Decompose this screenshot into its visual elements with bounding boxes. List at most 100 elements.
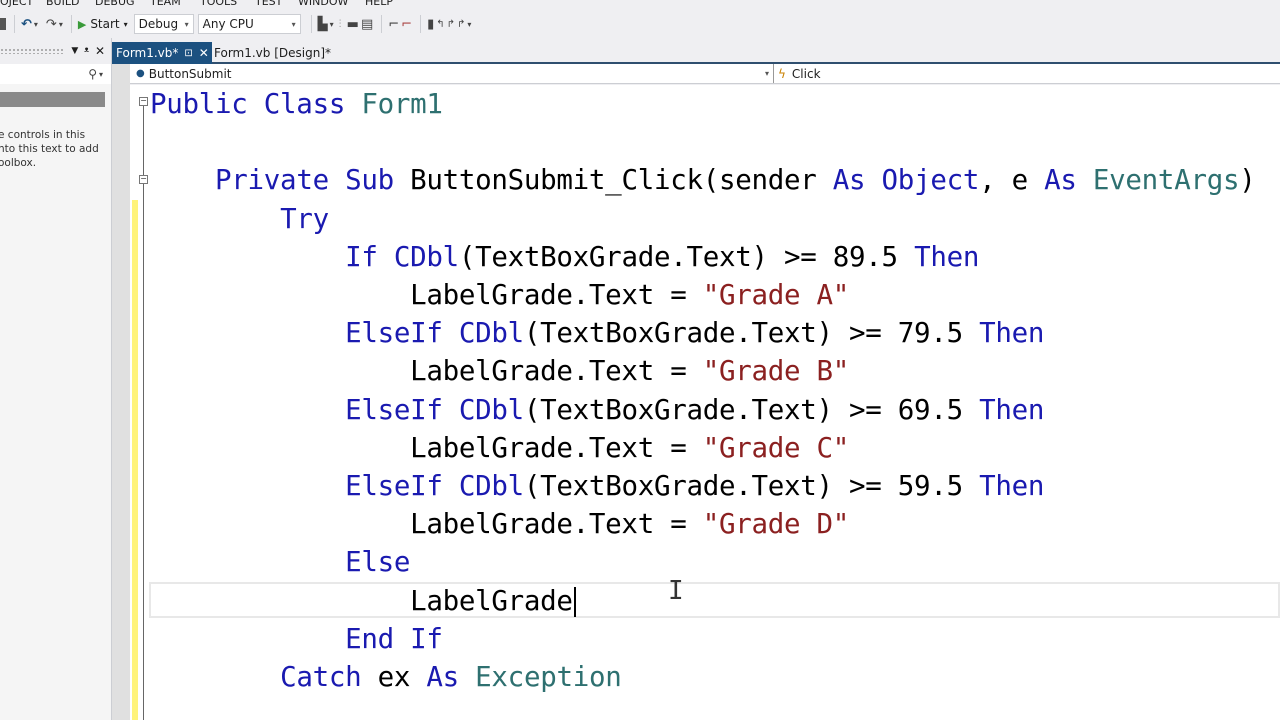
string-token: "Grade B" — [702, 355, 850, 388]
menu-window[interactable]: WINDOW — [298, 0, 348, 8]
menu-tools[interactable]: TOOLS — [200, 0, 237, 8]
keyword-token: Then — [979, 470, 1045, 502]
code-line[interactable]: ElseIf CDbl(TextBoxGrade.Text) >= 79.5 T… — [150, 314, 1044, 352]
drag-handle[interactable]: ⋮ — [336, 14, 345, 34]
keyword-token: As Object — [832, 164, 980, 197]
menu-project[interactable]: OJECT — [0, 0, 33, 8]
code-line[interactable]: LabelGrade.Text = "Grade C" — [150, 429, 849, 467]
menu-team[interactable]: TEAM — [150, 0, 181, 8]
toolbox-general-group[interactable] — [0, 92, 105, 107]
code-line[interactable]: LabelGrade.Text = "Grade A" — [150, 276, 849, 314]
code-line[interactable]: Else — [150, 543, 410, 581]
redo-icon[interactable]: ↷ — [46, 14, 57, 34]
save-icon[interactable] — [0, 18, 6, 30]
window-position-icon[interactable]: ▼ — [71, 46, 78, 56]
menu-build[interactable]: BUILD — [46, 0, 79, 8]
event-dropdown[interactable]: ϟ Click — [778, 64, 821, 83]
keyword-token: As — [1044, 164, 1093, 197]
platform-value: Any CPU — [202, 17, 254, 31]
code-token: (TextBoxGrade.Text) >= 59.5 — [523, 470, 980, 502]
keyword-token: If CDbl — [345, 240, 459, 273]
align-icon[interactable]: ▬ — [347, 14, 359, 34]
code-line[interactable]: LabelGrade.Text = "Grade B" — [150, 352, 849, 390]
start-button[interactable]: ▶ Start ▾ — [78, 14, 128, 34]
configuration-value: Debug — [138, 17, 179, 31]
string-token: "Grade D" — [702, 508, 850, 541]
keyword-token: As — [426, 661, 476, 693]
code-token: LabelGrade.Text = — [150, 431, 703, 464]
pin-icon[interactable]: ᵜ — [84, 44, 89, 58]
find-in-files-icon[interactable]: ▙ — [318, 14, 328, 34]
lightning-icon: ϟ — [778, 66, 786, 81]
code-line[interactable]: Catch ex As Exception — [150, 658, 622, 696]
overflow-icon[interactable]: ▾ — [330, 14, 334, 34]
document-tabs: Form1.vb* ⊡ ✕ Form1.vb [Design]* — [112, 38, 1280, 64]
drag-grip[interactable] — [0, 48, 66, 54]
keyword-token: Else — [345, 546, 411, 579]
bookmark-icon[interactable]: ▮ — [427, 14, 434, 34]
tab-form1-vb[interactable]: Form1.vb* ⊡ ✕ — [112, 42, 212, 64]
code-line[interactable]: LabelGrade.Text = "Grade D" — [150, 505, 849, 543]
clear-bookmarks-icon[interactable]: ↱ — [457, 14, 465, 34]
keyword-token: Then — [979, 393, 1045, 426]
undo-icon[interactable]: ↶ — [21, 14, 32, 34]
string-token: "Grade C" — [702, 431, 850, 464]
code-line[interactable]: If CDbl(TextBoxGrade.Text) >= 89.5 Then — [150, 238, 979, 276]
control-icon: ● — [136, 68, 145, 79]
code-line[interactable]: LabelGrade — [150, 582, 576, 620]
chevron-down-icon: ▾ — [184, 19, 189, 29]
code-line[interactable]: ElseIf CDbl(TextBoxGrade.Text) >= 59.5 T… — [150, 467, 1044, 505]
event-value: Click — [791, 66, 821, 81]
uncomment-icon[interactable]: ⌐ — [401, 14, 412, 34]
code-line[interactable]: End If — [150, 620, 443, 658]
undo-dropdown-icon[interactable]: ▾ — [34, 14, 38, 34]
code-line[interactable]: Public Class Form1 — [150, 85, 443, 123]
code-editor[interactable]: − − Public Class Form1 Private Sub Butto… — [130, 85, 1280, 720]
menu-debug[interactable]: DEBUG — [95, 0, 135, 8]
code-line[interactable]: Try — [150, 200, 329, 238]
keyword-token: Private Sub — [215, 164, 411, 197]
code-token: , e — [979, 164, 1045, 197]
code-token: (TextBoxGrade.Text) >= 79.5 — [523, 317, 980, 350]
start-dropdown-icon: ▾ — [123, 19, 128, 29]
object-dropdown[interactable]: ● ButtonSubmit ▾ — [130, 64, 774, 83]
keyword-token: ElseIf CDbl — [345, 470, 524, 502]
code-token: (TextBoxGrade.Text) >= 89.5 — [458, 240, 915, 273]
string-token: "Grade A" — [702, 279, 850, 311]
type-token: EventArgs — [1092, 164, 1240, 197]
close-icon[interactable]: ✕ — [95, 44, 105, 58]
pin-tab-icon[interactable]: ⊡ — [184, 48, 192, 59]
tab-label: Form1.vb* — [116, 46, 179, 60]
code-line[interactable]: Private Sub ButtonSubmit_Click(sender As… — [150, 161, 1256, 199]
collapse-icon[interactable]: − — [139, 97, 148, 106]
menu-test[interactable]: TEST — [255, 0, 282, 8]
code-line[interactable]: ElseIf CDbl(TextBoxGrade.Text) >= 69.5 T… — [150, 391, 1044, 429]
next-bookmark-icon[interactable]: ↱ — [447, 14, 455, 34]
keyword-token: End If — [345, 622, 443, 655]
redo-dropdown-icon[interactable]: ▾ — [59, 14, 63, 34]
configuration-select[interactable]: Debug ▾ — [133, 14, 194, 34]
type-token: Form1 — [361, 88, 443, 120]
editor-margin-strip — [112, 64, 130, 720]
menu-bar: OJECT BUILD DEBUG TEAM TOOLS TEST WINDOW… — [0, 0, 1280, 10]
code-token: ex — [377, 661, 427, 693]
close-tab-icon[interactable]: ✕ — [199, 46, 209, 60]
mouse-ibeam-cursor: I — [668, 576, 684, 606]
collapse-icon[interactable]: − — [139, 175, 148, 184]
layout-icon[interactable]: ▤ — [361, 14, 373, 34]
prev-bookmark-icon[interactable]: ↰ — [436, 14, 444, 34]
keyword-token: Catch — [280, 661, 378, 693]
toolbar-separator — [381, 15, 383, 33]
overflow-icon[interactable]: ▾ — [467, 14, 471, 34]
tab-form1-design[interactable]: Form1.vb [Design]* — [214, 42, 331, 64]
comment-icon[interactable]: ⌐ — [388, 14, 399, 34]
toolbox-search[interactable]: ⚲ ▾ — [0, 64, 111, 84]
toolbox-hint-text: e controls in this nto this text to add … — [0, 129, 99, 169]
platform-select[interactable]: Any CPU ▾ — [197, 14, 301, 34]
menu-help[interactable]: HELP — [365, 0, 393, 8]
